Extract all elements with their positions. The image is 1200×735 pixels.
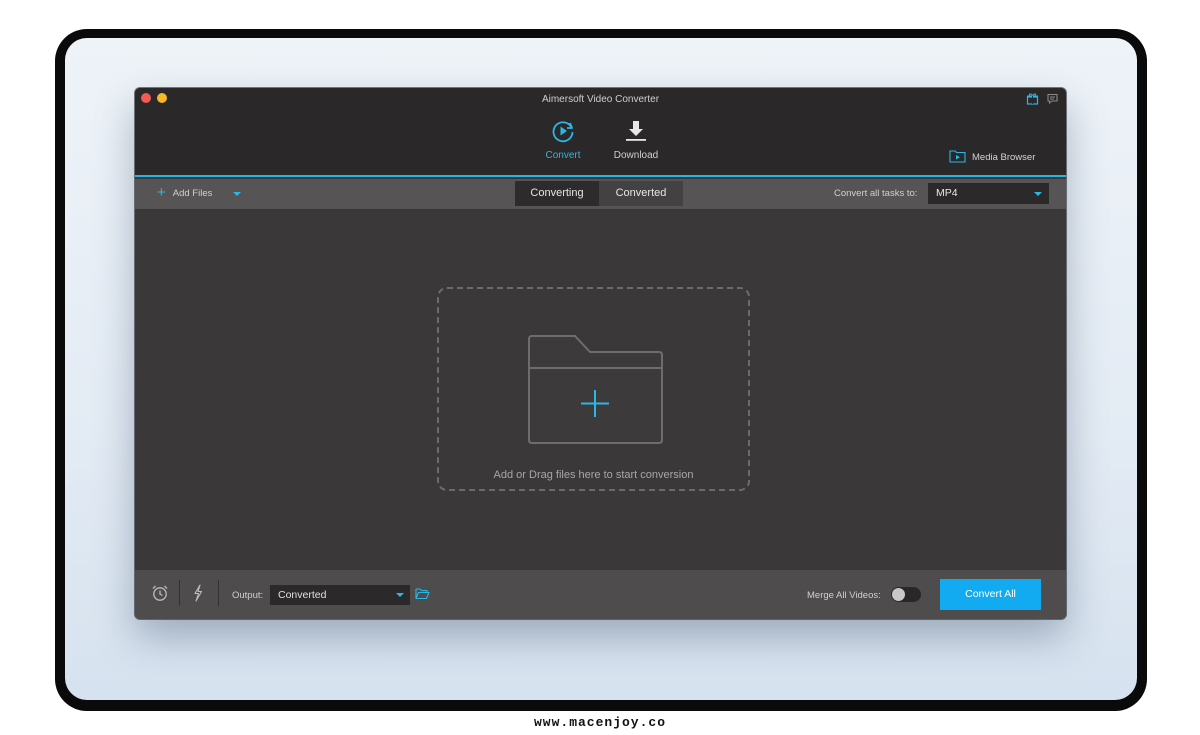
chevron-down-icon [1034,192,1042,196]
app-window: Aimersoft Video Converter Convert Downlo… [135,88,1066,619]
tab-download[interactable]: Download [596,118,676,161]
output-format-value: MP4 [936,187,958,199]
add-folder-icon[interactable] [527,335,664,450]
media-browser-label: Media Browser [972,151,1036,163]
add-files-button[interactable]: + Add Files [157,184,213,201]
download-icon [596,118,676,144]
window-title: Aimersoft Video Converter [541,94,660,105]
convert-all-button[interactable]: Convert All [940,579,1041,610]
titlebar: Aimersoft Video Converter Convert Downlo… [135,88,1066,177]
output-format-select[interactable]: MP4 [928,183,1049,204]
alarm-clock-icon[interactable] [151,584,169,607]
tab-download-label: Download [613,150,659,161]
media-browser-icon [949,149,966,166]
plus-icon: + [157,184,166,201]
watermark: www.macenjoy.co [533,715,667,730]
convert-all-tasks-label: Convert all tasks to: [834,188,918,199]
feedback-icon[interactable] [1046,92,1059,105]
tab-convert-label: Convert [545,150,581,161]
divider [179,580,180,606]
divider [218,580,219,606]
output-label: Output: [232,590,264,601]
tab-converting[interactable]: Converting [515,181,599,206]
drop-zone-hint: Add or Drag files here to start conversi… [493,469,694,481]
chevron-down-icon [396,593,404,597]
output-folder-value: Converted [278,589,327,601]
convert-icon [523,118,603,144]
add-files-label: Add Files [172,187,213,199]
merge-all-videos-toggle[interactable] [891,587,921,602]
tab-convert[interactable]: Convert [523,118,603,161]
output-folder-select[interactable]: Converted [270,585,410,605]
merge-all-videos-label: Merge All Videos: [807,590,881,601]
media-browser-button[interactable]: Media Browser [949,148,1035,166]
tab-converted[interactable]: Converted [599,181,683,206]
file-drop-zone[interactable]: Add or Drag files here to start conversi… [437,287,750,491]
toggle-knob [892,588,905,601]
open-folder-icon[interactable] [415,587,430,605]
gift-icon[interactable] [1026,92,1039,105]
lightning-icon[interactable] [192,584,204,607]
toolbar: + Add Files Converting Converted Convert… [135,179,1066,209]
bottom-bar: Output: Converted Merge All Videos: Conv… [135,570,1066,619]
add-files-dropdown-icon[interactable] [233,192,241,196]
